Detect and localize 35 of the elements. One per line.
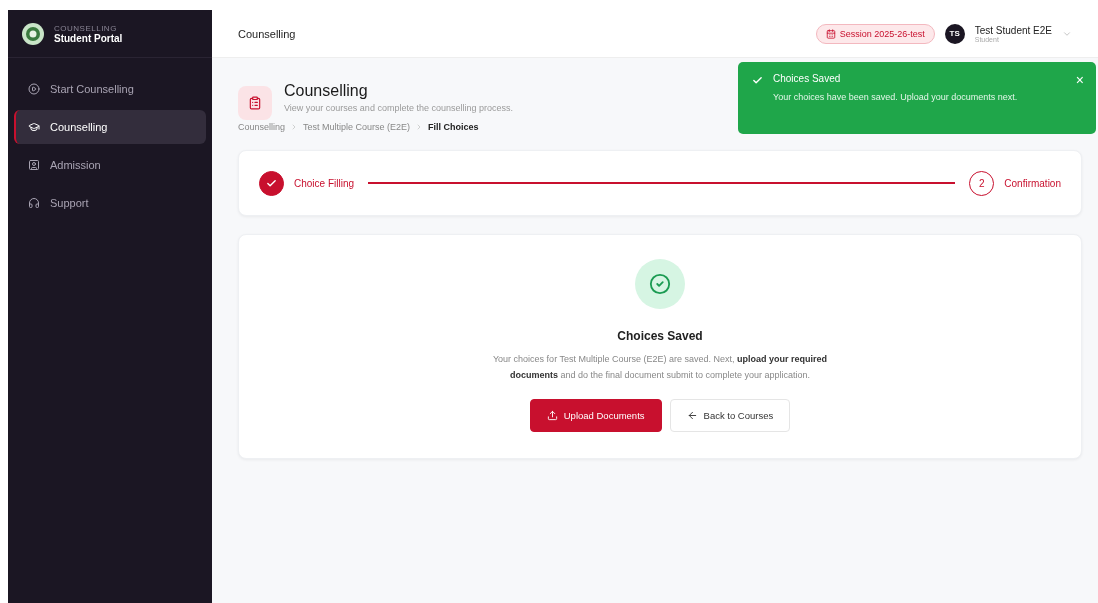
session-badge: Session 2025-26-test — [815, 23, 935, 44]
calendar-icon — [825, 28, 836, 39]
breadcrumb-item[interactable]: Test Multiple Course (E2E) — [303, 122, 411, 132]
brand-title: Student Portal — [54, 32, 123, 44]
check-circle-icon — [635, 259, 685, 309]
user-card-icon — [28, 159, 40, 171]
step-label: Choice Filling — [294, 177, 355, 189]
check-icon — [752, 75, 763, 86]
logo-icon — [22, 22, 44, 45]
toast-title: Choices Saved — [773, 73, 842, 84]
back-to-courses-button[interactable]: Back to Courses — [669, 399, 791, 432]
page-title: Counselling — [284, 82, 369, 100]
headphones-icon — [28, 197, 40, 209]
result-message: Your choices for Test Multiple Course (E2E) are saved. Next, upload your required documents and do the final document submit to complete your application. — [491, 353, 829, 382]
breadcrumb-item: Fill Choices — [428, 122, 479, 132]
nav-item[interactable]: Admission — [14, 148, 206, 182]
result-title: Choices Saved — [617, 329, 703, 343]
header-title: Counselling — [238, 27, 296, 40]
brand-caption: COUNSELLING — [54, 23, 118, 33]
breadcrumb-item[interactable]: Counselling — [238, 122, 286, 132]
step-label: Confirmation — [1004, 177, 1061, 189]
toast-message: Your choices have been saved. Upload your documents next. — [773, 91, 1019, 104]
arrow-left-icon — [686, 410, 698, 421]
step-indicator: 2 — [969, 170, 995, 196]
page-subtitle: View your courses and complete the counselling process. — [284, 103, 513, 113]
nav-item[interactable]: Support — [14, 186, 206, 220]
nav-item[interactable]: Start Counselling — [14, 72, 206, 106]
graduation-cap-icon — [28, 121, 40, 133]
play-icon — [28, 83, 40, 95]
clipboard-icon — [238, 86, 272, 120]
user-name: Test Student E2E — [974, 24, 1052, 36]
upload-documents-button[interactable]: Upload Documents — [529, 399, 662, 432]
upload-icon — [546, 410, 558, 421]
user-avatar: TS — [944, 23, 965, 44]
nav-item[interactable]: Counselling — [14, 110, 206, 144]
